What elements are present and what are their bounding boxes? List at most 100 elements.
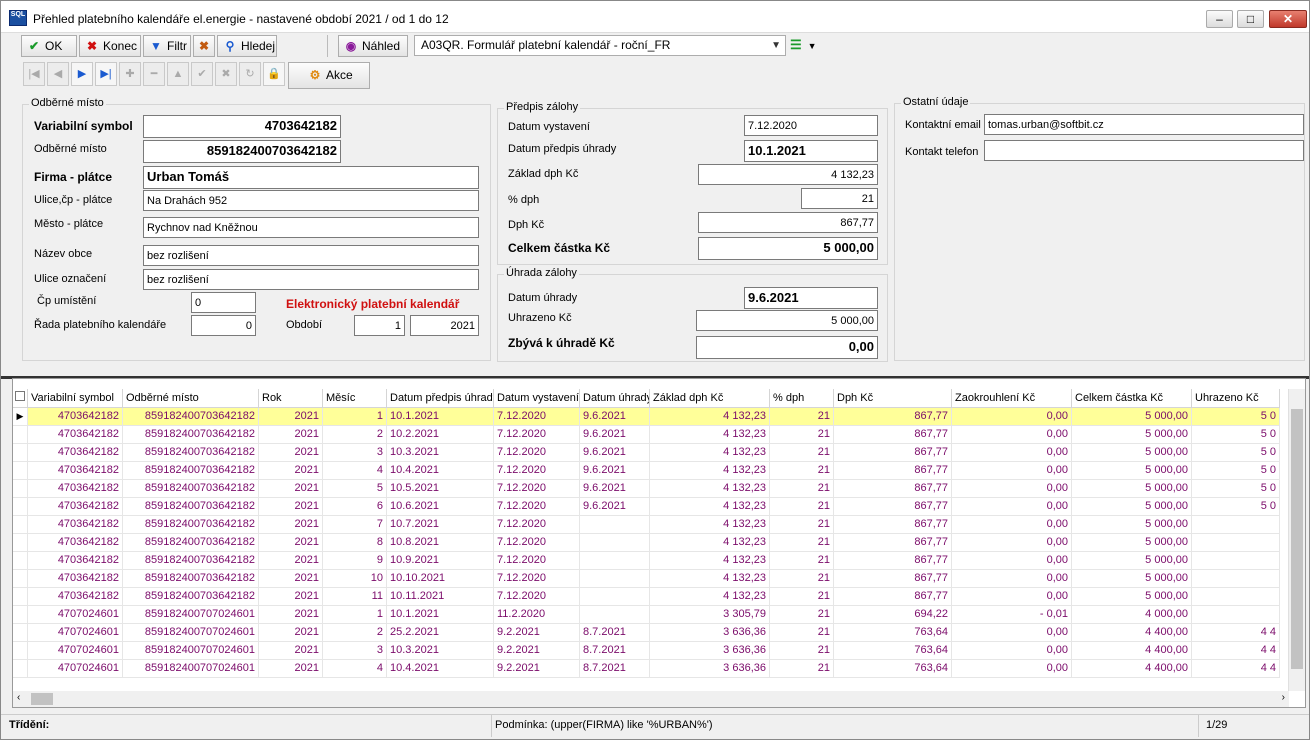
table-cell[interactable]: 859182400703642182 xyxy=(122,479,259,498)
table-cell[interactable]: 867,77 xyxy=(833,479,952,498)
table-cell[interactable]: 4 xyxy=(322,461,387,480)
table-cell[interactable]: 4 4 xyxy=(1191,641,1280,660)
table-cell[interactable]: 4 132,23 xyxy=(649,515,770,534)
horizontal-scrollbar[interactable]: ‹ › xyxy=(13,691,1289,707)
table-cell[interactable]: 4 132,23 xyxy=(649,533,770,552)
table-cell[interactable]: 4703642182 xyxy=(27,551,123,570)
table-cell[interactable]: 5 000,00 xyxy=(1071,569,1192,588)
column-header[interactable]: Rok xyxy=(258,389,323,408)
table-row[interactable]: 4703642182 859182400703642182 2021 7 10.7.20… xyxy=(13,515,1280,534)
tel-field[interactable] xyxy=(984,140,1304,161)
table-cell[interactable]: 5 000,00 xyxy=(1071,443,1192,462)
refresh-button[interactable]: ↻ xyxy=(239,62,261,86)
column-header[interactable]: Datum vystavení xyxy=(493,389,580,408)
table-cell[interactable]: 7.12.2020 xyxy=(493,479,580,498)
table-cell[interactable]: 7.12.2020 xyxy=(493,461,580,480)
table-cell[interactable]: 21 xyxy=(769,641,834,660)
table-cell[interactable]: 4 132,23 xyxy=(649,407,770,426)
uhrada-datum-field[interactable]: 9.6.2021 xyxy=(744,287,878,309)
table-cell[interactable]: 4703642182 xyxy=(27,461,123,480)
table-cell[interactable]: 2021 xyxy=(258,479,323,498)
next-record-button[interactable]: ▶ xyxy=(71,62,93,86)
lock-button[interactable]: 🔒 xyxy=(263,62,285,86)
prev-record-button[interactable]: ◀ xyxy=(47,62,69,86)
table-cell[interactable]: 6 xyxy=(322,497,387,516)
table-cell[interactable]: 0,00 xyxy=(951,461,1072,480)
table-cell[interactable] xyxy=(579,569,650,588)
column-header[interactable]: Základ dph Kč xyxy=(649,389,770,408)
table-cell[interactable] xyxy=(579,533,650,552)
table-cell[interactable]: 7.12.2020 xyxy=(493,407,580,426)
table-cell[interactable]: 10.6.2021 xyxy=(386,497,494,516)
table-cell[interactable]: 21 xyxy=(769,497,834,516)
table-cell[interactable]: 5 000,00 xyxy=(1071,479,1192,498)
column-header[interactable]: Datum úhrady xyxy=(579,389,650,408)
table-cell[interactable]: 4707024601 xyxy=(27,605,123,624)
table-cell[interactable]: 21 xyxy=(769,623,834,642)
scroll-right-icon[interactable]: › xyxy=(1282,692,1285,703)
table-cell[interactable]: 2021 xyxy=(258,443,323,462)
horizontal-scroll-thumb[interactable] xyxy=(31,693,53,705)
table-cell[interactable]: 859182400703642182 xyxy=(122,461,259,480)
table-cell[interactable]: 5 0 xyxy=(1191,443,1280,462)
om-field[interactable]: 859182400703642182 xyxy=(143,140,341,163)
table-cell[interactable]: 5 000,00 xyxy=(1071,461,1192,480)
table-row[interactable]: 4703642182 859182400703642182 2021 5 10.5.20… xyxy=(13,479,1280,498)
table-cell[interactable]: 2021 xyxy=(258,605,323,624)
table-cell[interactable]: 21 xyxy=(769,605,834,624)
rada-field[interactable]: 0 xyxy=(191,315,256,336)
close-window-button[interactable]: ✕ xyxy=(1269,10,1307,28)
table-cell[interactable]: 867,77 xyxy=(833,551,952,570)
mesto-field[interactable]: Rychnov nad Kněžnou xyxy=(143,217,479,238)
vertical-scrollbar[interactable] xyxy=(1288,389,1305,691)
table-cell[interactable]: 9.6.2021 xyxy=(579,461,650,480)
dph-pct-field[interactable]: 21 xyxy=(801,188,878,209)
table-cell[interactable]: 867,77 xyxy=(833,461,952,480)
table-cell[interactable]: 0,00 xyxy=(951,533,1072,552)
table-cell[interactable]: 0,00 xyxy=(951,407,1072,426)
table-cell[interactable]: 859182400703642182 xyxy=(122,533,259,552)
firma-field[interactable]: Urban Tomáš xyxy=(143,166,479,189)
table-cell[interactable]: 4 132,23 xyxy=(649,443,770,462)
obec-field[interactable]: bez rozlišení xyxy=(143,245,479,266)
table-row[interactable]: 4703642182 859182400703642182 2021 3 10.3.20… xyxy=(13,443,1280,462)
email-field[interactable]: tomas.urban@softbit.cz xyxy=(984,114,1304,135)
var-sym-field[interactable]: 4703642182 xyxy=(143,115,341,138)
table-cell[interactable]: 2021 xyxy=(258,497,323,516)
table-cell[interactable]: 21 xyxy=(769,569,834,588)
table-cell[interactable]: 2 xyxy=(322,623,387,642)
table-cell[interactable] xyxy=(579,587,650,606)
table-row[interactable]: 4703642182 859182400703642182 2021 2 10.2.20… xyxy=(13,425,1280,444)
filtr-button[interactable]: ▼ Filtr xyxy=(143,35,191,57)
table-cell[interactable]: 859182400707024601 xyxy=(122,605,259,624)
table-cell[interactable]: 11.2.2020 xyxy=(493,605,580,624)
table-cell[interactable]: 5 000,00 xyxy=(1071,533,1192,552)
table-cell[interactable] xyxy=(1191,533,1280,552)
table-cell[interactable]: 763,64 xyxy=(833,641,952,660)
clear-filter-button[interactable]: ✖ xyxy=(193,35,215,57)
table-cell[interactable]: 10.5.2021 xyxy=(386,479,494,498)
table-cell[interactable]: 9.2.2021 xyxy=(493,641,580,660)
table-cell[interactable]: 5 0 xyxy=(1191,407,1280,426)
table-cell[interactable]: 4703642182 xyxy=(27,515,123,534)
report-select[interactable]: A03QR. Formulář platební kalendář - ročn… xyxy=(414,35,786,56)
table-cell[interactable]: 10.9.2021 xyxy=(386,551,494,570)
column-header[interactable]: Celkem částka Kč xyxy=(1071,389,1192,408)
table-cell[interactable]: 859182400707024601 xyxy=(122,659,259,678)
table-cell[interactable] xyxy=(1191,587,1280,606)
column-header[interactable]: % dph xyxy=(769,389,834,408)
table-cell[interactable]: 0,00 xyxy=(951,641,1072,660)
table-cell[interactable]: 9.2.2021 xyxy=(493,623,580,642)
table-cell[interactable]: 8.7.2021 xyxy=(579,623,650,642)
table-cell[interactable]: 4703642182 xyxy=(27,569,123,588)
table-cell[interactable] xyxy=(579,551,650,570)
table-cell[interactable]: 5 0 xyxy=(1191,425,1280,444)
table-cell[interactable]: 3 xyxy=(322,443,387,462)
table-cell[interactable]: 5 000,00 xyxy=(1071,515,1192,534)
table-cell[interactable]: 21 xyxy=(769,551,834,570)
table-cell[interactable]: 859182400703642182 xyxy=(122,497,259,516)
table-cell[interactable]: 4 400,00 xyxy=(1071,659,1192,678)
table-cell[interactable]: 4703642182 xyxy=(27,443,123,462)
table-cell[interactable]: 2021 xyxy=(258,623,323,642)
table-cell[interactable]: 7.12.2020 xyxy=(493,533,580,552)
